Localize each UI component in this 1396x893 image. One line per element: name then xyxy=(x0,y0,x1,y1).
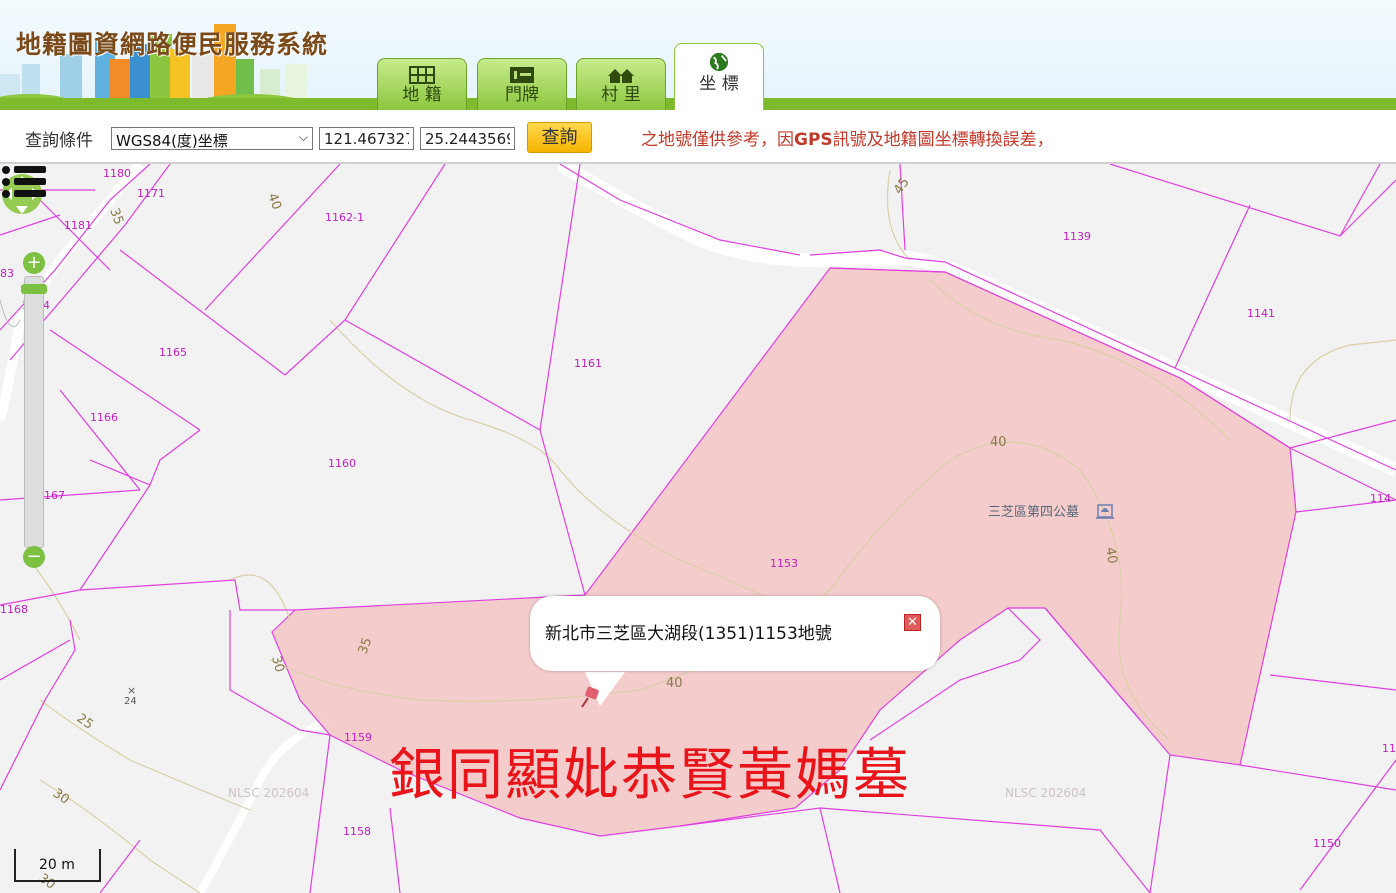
scale-text: 20 m xyxy=(39,857,75,873)
contour-label: 40 xyxy=(666,676,683,691)
scale-bar: 20 m xyxy=(14,849,101,882)
query-bar: 查詢條件 WGS84(度)坐標 ⌵ 查詢 之地號僅供參考，因GPS訊號及地籍圖坐… xyxy=(0,110,1396,164)
parcel-label: 11 xyxy=(1382,742,1396,755)
cemetery-place-label: 三芝區第四公墓 xyxy=(988,504,1079,520)
tab-cadastre-label: 地 籍 xyxy=(402,85,442,105)
parcel-label: 1161 xyxy=(574,357,602,370)
village-houses-icon xyxy=(608,69,634,83)
site-title: 地籍圖資網路便民服務系統 xyxy=(16,30,329,59)
tab-coordinate-label: 坐 標 xyxy=(699,74,739,94)
globe-icon xyxy=(709,52,729,72)
parcel-label: 1141 xyxy=(1247,307,1275,320)
watermark-right: NLSC 202604 xyxy=(1005,786,1086,800)
parcel-label: 1180 xyxy=(103,167,131,180)
parcel-label: 1158 xyxy=(343,825,371,838)
watermark-left: NLSC 202604 xyxy=(228,786,309,800)
zoom-slider-handle[interactable] xyxy=(21,284,47,294)
cadastral-map[interactable]: 1180 1171 1181 1162-1 1139 83 1184 1165 … xyxy=(0,164,1396,893)
site-header: 地籍圖資網路便民服務系統 地 籍 門牌 村 里 坐 標 xyxy=(0,0,1396,110)
layer-list-icon[interactable] xyxy=(0,164,48,208)
parcel-label: 1160 xyxy=(328,457,356,470)
disclaimer-text: 之地號僅供參考，因GPS訊號及地籍圖坐標轉換誤差， xyxy=(641,125,1054,150)
tab-coordinate[interactable]: 坐 標 xyxy=(674,43,764,110)
popup-parcel-text: 新北市三芝區大湖段(1351)1153地號 xyxy=(545,624,832,644)
disclaimer-gps: GPS xyxy=(794,130,833,150)
query-button[interactable]: 查詢 xyxy=(527,122,592,153)
tab-doorplate[interactable]: 門牌 xyxy=(477,58,567,110)
parcel-label: 1159 xyxy=(344,731,372,744)
contour-label: 40 xyxy=(990,435,1007,450)
chevron-down-icon: ⌵ xyxy=(298,130,308,144)
doorplate-icon xyxy=(510,67,534,83)
parcel-label: 1153 xyxy=(770,557,798,570)
parcel-label: 1181 xyxy=(64,219,92,232)
parcel-label: 1150 xyxy=(1313,837,1341,850)
zoom-bar[interactable] xyxy=(24,276,44,548)
overlay-caption: 銀同顯妣恭賢黃媽墓 xyxy=(389,743,911,808)
coord-system-value: WGS84(度)坐標 xyxy=(116,132,228,150)
tab-cadastre[interactable]: 地 籍 xyxy=(377,58,467,110)
spot-height-label: 24 xyxy=(124,696,137,707)
parcel-label: 1162-1 xyxy=(325,211,364,224)
close-icon[interactable]: ✕ xyxy=(904,614,921,631)
parcel-label: 1139 xyxy=(1063,230,1091,243)
zoom-in-button[interactable]: + xyxy=(23,252,45,274)
parcel-label: 1166 xyxy=(90,411,118,424)
cadastre-grid-icon xyxy=(409,66,435,84)
parcel-label: 83 xyxy=(0,267,14,280)
parcel-popup: 新北市三芝區大湖段(1351)1153地號 ✕ xyxy=(530,596,940,671)
parcel-label: 1171 xyxy=(137,187,165,200)
parcel-label: 114 xyxy=(1370,492,1391,505)
contour-label: 40 xyxy=(1102,546,1120,565)
tab-doorplate-label: 門牌 xyxy=(505,85,539,105)
disclaimer-prefix: 之地號僅供參考，因 xyxy=(641,130,794,150)
tab-village[interactable]: 村 里 xyxy=(576,58,666,110)
longitude-field[interactable] xyxy=(319,127,414,150)
tab-village-label: 村 里 xyxy=(601,85,641,105)
query-condition-label: 查詢條件 xyxy=(25,131,93,151)
coord-system-select[interactable]: WGS84(度)坐標 ⌵ xyxy=(111,127,313,150)
zoom-out-button[interactable]: − xyxy=(23,546,45,568)
latitude-field[interactable] xyxy=(420,127,515,150)
parcel-label: 1165 xyxy=(159,346,187,359)
disclaimer-suffix: 訊號及地籍圖坐標轉換誤差， xyxy=(832,130,1054,150)
parcel-label: 1168 xyxy=(0,603,28,616)
